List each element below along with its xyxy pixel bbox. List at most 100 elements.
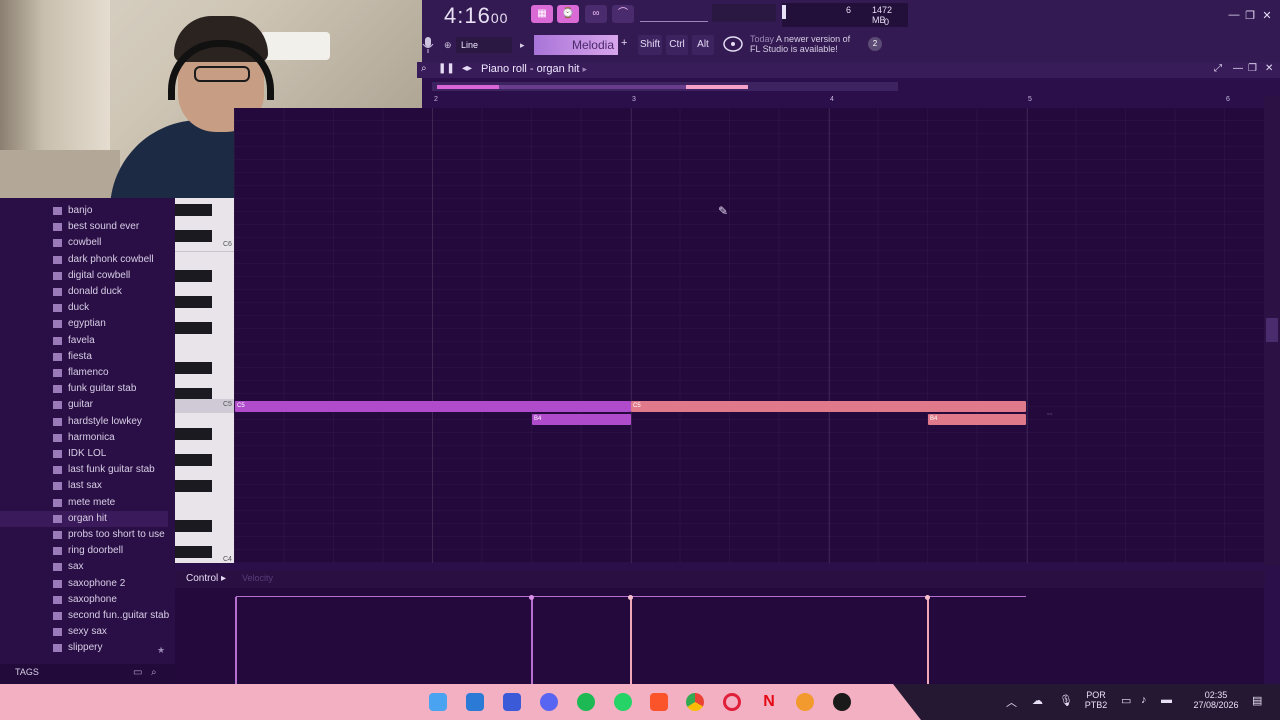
- piano-keyboard[interactable]: C6 C5 C4: [175, 198, 234, 563]
- black-key[interactable]: [175, 204, 212, 216]
- shift-key-button[interactable]: Shift: [638, 35, 662, 55]
- browser-item[interactable]: fiesta: [0, 349, 168, 365]
- netflix-icon[interactable]: N: [760, 693, 778, 711]
- black-key[interactable]: [175, 480, 212, 492]
- hint-bar-icon[interactable]: [722, 35, 744, 55]
- favorite-star-icon[interactable]: ★: [157, 645, 165, 656]
- brave-icon[interactable]: [650, 693, 668, 711]
- volume-icon[interactable]: ♪: [1141, 694, 1147, 706]
- search-icon[interactable]: ⌕: [151, 667, 163, 679]
- tags-label[interactable]: TAGS: [15, 667, 39, 677]
- black-key[interactable]: [175, 546, 212, 558]
- browser-item[interactable]: saxophone: [0, 592, 168, 608]
- browser-item[interactable]: digital cowbell: [0, 268, 168, 284]
- spotify-icon[interactable]: [577, 693, 595, 711]
- fl-studio-icon[interactable]: [796, 693, 814, 711]
- vscode-icon[interactable]: [466, 693, 484, 711]
- browser-item[interactable]: second fun..guitar stab: [0, 608, 169, 624]
- discord-icon[interactable]: [540, 693, 558, 711]
- piano-roll-menu-icon[interactable]: ❚❚: [438, 63, 455, 74]
- velocity-handle[interactable]: [529, 595, 534, 600]
- vertical-scroll-thumb[interactable]: [1266, 318, 1278, 342]
- browser-item[interactable]: slippery: [0, 640, 168, 656]
- show-hidden-icons[interactable]: ︿: [1006, 694, 1017, 710]
- velocity-bar[interactable]: [630, 597, 632, 684]
- steam-icon[interactable]: [833, 693, 851, 711]
- browser-item[interactable]: best sound ever: [0, 219, 168, 235]
- browser-item[interactable]: duck: [0, 300, 168, 316]
- ctrl-key-button[interactable]: Ctrl: [666, 35, 688, 55]
- master-pitch-slider[interactable]: [640, 7, 708, 22]
- browser-item[interactable]: ring doorbell: [0, 543, 168, 559]
- browser-item[interactable]: hardstyle lowkey: [0, 414, 168, 430]
- restore-icon[interactable]: ❐: [1242, 9, 1258, 22]
- pr-maximize-icon[interactable]: ❐: [1248, 63, 1257, 74]
- velocity-handle[interactable]: [925, 595, 930, 600]
- velocity-bar[interactable]: [531, 597, 533, 684]
- note-grid[interactable]: [234, 108, 1264, 563]
- online-news-icon[interactable]: 2: [868, 37, 882, 51]
- pr-close-icon[interactable]: ✕: [1265, 63, 1273, 74]
- browser-item[interactable]: favela: [0, 333, 168, 349]
- black-key[interactable]: [175, 270, 212, 282]
- opera-icon[interactable]: [723, 693, 741, 711]
- black-key[interactable]: [175, 296, 212, 308]
- browser-item[interactable]: sexy sax: [0, 624, 168, 640]
- black-key[interactable]: [175, 428, 212, 440]
- chrome-icon[interactable]: [686, 693, 704, 711]
- browser-item[interactable]: banjo: [0, 203, 168, 219]
- browser-item[interactable]: guitar: [0, 397, 168, 413]
- browser-item[interactable]: organ hit: [0, 510, 168, 527]
- pattern-prev-icon[interactable]: ▸: [520, 37, 532, 53]
- piano-roll-options-icon[interactable]: ◂▸: [462, 63, 472, 74]
- whatsapp-icon[interactable]: [614, 693, 632, 711]
- browser-item[interactable]: IDK LOL: [0, 446, 168, 462]
- language-indicator[interactable]: POR PTB2: [1082, 690, 1110, 710]
- note[interactable]: B4: [928, 414, 1026, 425]
- add-pattern-button[interactable]: +: [621, 37, 627, 49]
- browser-item[interactable]: probs too short to use: [0, 527, 168, 543]
- detach-icon[interactable]: ⤢: [1214, 63, 1222, 74]
- alt-key-button[interactable]: Alt: [692, 35, 714, 55]
- note[interactable]: B4: [532, 414, 631, 425]
- note[interactable]: C5: [631, 401, 1026, 412]
- pattern-mode-button[interactable]: ▦: [531, 5, 553, 23]
- browser-item[interactable]: saxophone 2: [0, 576, 168, 592]
- zoom-icon[interactable]: ⌕: [421, 63, 427, 74]
- clock[interactable]: 02:35 27/08/2026: [1186, 690, 1246, 710]
- pattern-selector[interactable]: Melodia: [534, 35, 618, 55]
- velocity-label[interactable]: Velocity: [242, 573, 273, 583]
- browser-item[interactable]: last sax: [0, 478, 168, 494]
- velocity-bar[interactable]: [235, 597, 237, 684]
- browser-item[interactable]: donald duck: [0, 284, 168, 300]
- cpu-memory-panel[interactable]: 6 1472 MB 0: [782, 3, 908, 27]
- velocity-bar[interactable]: [927, 597, 929, 684]
- timeline-ruler[interactable]: 2 3 4 5 6: [422, 96, 1264, 108]
- tempo-button[interactable]: ⌚: [557, 5, 579, 23]
- note[interactable]: C5: [235, 401, 631, 412]
- battery-icon[interactable]: ▬: [1161, 694, 1172, 706]
- microphone-icon[interactable]: [421, 36, 435, 54]
- folder-icon[interactable]: ▭: [133, 667, 145, 679]
- control-label[interactable]: Control ▸: [186, 573, 226, 584]
- pr-minimize-icon[interactable]: —: [1233, 63, 1243, 74]
- network-icon[interactable]: ▭: [1121, 694, 1131, 707]
- black-key[interactable]: [175, 362, 212, 374]
- velocity-editor[interactable]: [234, 588, 1264, 684]
- minimize-icon[interactable]: —: [1226, 9, 1242, 21]
- browser-item[interactable]: last funk guitar stab: [0, 462, 168, 478]
- browser-item[interactable]: flamenco: [0, 365, 168, 381]
- start-icon[interactable]: [429, 693, 447, 711]
- news-panel[interactable]: Today A newer version of FL Studio is av…: [750, 34, 850, 54]
- song-time-display[interactable]: 4:1600: [444, 3, 508, 29]
- browser-item[interactable]: mete mete: [0, 495, 168, 511]
- notification-icon[interactable]: ▤: [1252, 694, 1262, 707]
- onedrive-icon[interactable]: ☁: [1032, 694, 1043, 707]
- scrollbar-thumb[interactable]: [437, 85, 748, 89]
- velocity-handle[interactable]: [628, 595, 633, 600]
- snap-icon[interactable]: ⊕: [444, 40, 452, 51]
- wait-input-icon[interactable]: ⌒: [612, 5, 634, 23]
- input-mode-select[interactable]: Line: [456, 37, 512, 53]
- browser-item[interactable]: dark phonk cowbell: [0, 252, 168, 268]
- resize-handle-icon[interactable]: ⇔: [1045, 408, 1054, 418]
